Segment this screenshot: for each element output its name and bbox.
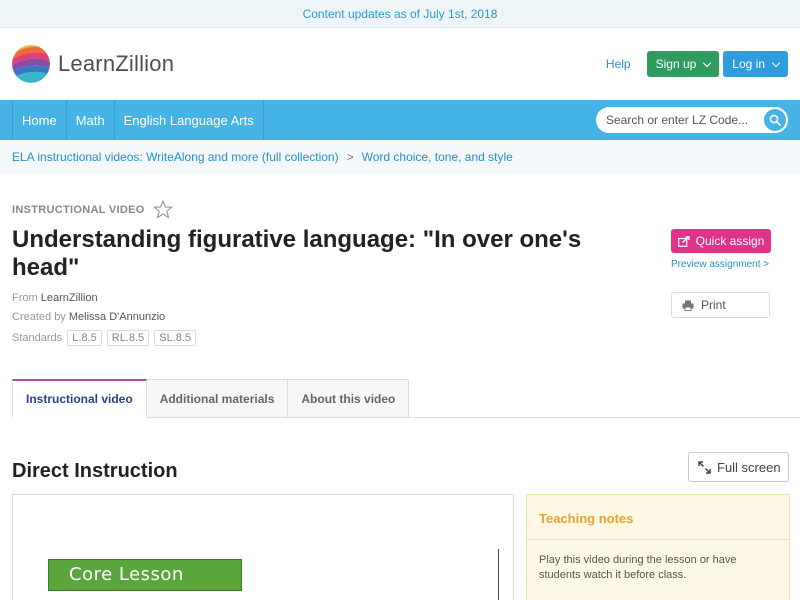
print-label: Print <box>701 298 726 312</box>
login-button[interactable]: Log in <box>723 51 788 77</box>
main-nav: Home Math English Language Arts <box>0 100 800 140</box>
fullscreen-button[interactable]: Full screen <box>688 452 789 482</box>
section-title: Direct Instruction <box>12 460 178 482</box>
meta-standards-label: Standards <box>12 332 63 344</box>
learnzillion-logo[interactable]: LearnZillion <box>12 45 174 83</box>
meta-created: Created by Melissa D'Annunzio <box>12 311 165 323</box>
breadcrumb-link-collection[interactable]: ELA instructional videos: WriteAlong and… <box>12 150 339 164</box>
teaching-notes-text: Play this video during the lesson or hav… <box>539 554 737 581</box>
quick-assign-label: Quick assign <box>695 234 765 248</box>
chevron-down-icon <box>703 58 712 67</box>
expand-icon <box>698 460 711 474</box>
content-update-banner: Content updates as of July 1st, 2018 <box>0 0 800 28</box>
printer-icon <box>682 300 694 311</box>
teaching-notes-divider <box>527 539 789 540</box>
chevron-down-icon <box>771 58 781 67</box>
breadcrumb-link-topic[interactable]: Word choice, tone, and style <box>362 150 513 164</box>
logo-icon <box>12 45 50 83</box>
lesson-type-label: INSTRUCTIONAL VIDEO <box>12 203 145 216</box>
breadcrumb: ELA instructional videos: WriteAlong and… <box>0 140 800 174</box>
signup-label: Sign up <box>655 57 697 71</box>
teaching-notes-title: Teaching notes <box>539 511 634 526</box>
standard-tag[interactable]: SL.8.5 <box>154 330 197 346</box>
search-button[interactable] <box>764 109 786 131</box>
tab-additional-materials[interactable]: Additional materials <box>146 379 289 418</box>
breadcrumb-separator: > <box>346 150 354 164</box>
core-lesson-slide-label: Core Lesson <box>48 559 242 591</box>
teaching-notes-panel: Teaching notes Play this video during th… <box>526 494 790 600</box>
content-tabs: Instructional video Additional materials… <box>12 379 410 418</box>
print-button[interactable]: Print <box>671 292 770 318</box>
quick-assign-button[interactable]: Quick assign <box>671 229 771 253</box>
help-link[interactable]: Help <box>606 57 631 71</box>
standard-tag[interactable]: RL.8.5 <box>106 330 150 346</box>
tab-about-video[interactable]: About this video <box>288 379 410 418</box>
page-title: Understanding figurative language: "In o… <box>12 226 582 281</box>
star-icon[interactable] <box>153 200 173 219</box>
search-input[interactable] <box>596 113 756 127</box>
signup-button[interactable]: Sign up <box>646 51 720 77</box>
video-divider-line <box>498 549 499 600</box>
meta-created-value[interactable]: Melissa D'Annunzio <box>69 311 165 323</box>
meta-from-value[interactable]: LearnZillion <box>41 292 98 304</box>
nav-item-ela[interactable]: English Language Arts <box>115 100 264 140</box>
search-icon <box>769 114 781 126</box>
meta-from: From LearnZillion <box>12 292 98 304</box>
share-icon <box>677 235 690 247</box>
meta-created-label: Created by <box>12 311 66 323</box>
lesson-type-row: INSTRUCTIONAL VIDEO <box>12 200 173 219</box>
nav-item-home[interactable]: Home <box>12 100 67 140</box>
meta-standards: Standards L.8.5 RL.8.5 SL.8.5 <box>12 330 197 346</box>
preview-assignment-link[interactable]: Preview assignment > <box>671 259 769 270</box>
tab-instructional-video[interactable]: Instructional video <box>12 379 147 418</box>
nav-item-math[interactable]: Math <box>67 100 115 140</box>
brand-name: LearnZillion <box>58 51 175 76</box>
fullscreen-label: Full screen <box>717 459 781 475</box>
site-header: LearnZillion Help Sign up Log in <box>0 28 800 100</box>
video-player[interactable]: Core Lesson <box>12 494 514 600</box>
search-box <box>596 107 788 133</box>
login-label: Log in <box>732 57 765 71</box>
standard-tag[interactable]: L.8.5 <box>67 330 102 346</box>
meta-from-label: From <box>12 292 38 304</box>
